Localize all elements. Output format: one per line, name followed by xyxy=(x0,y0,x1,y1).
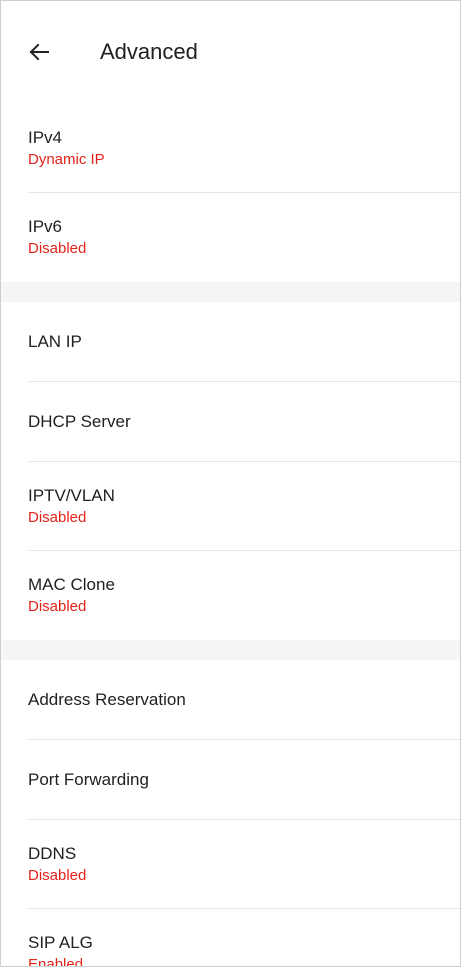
item-label: LAN IP xyxy=(28,332,82,351)
item-status: Enabled xyxy=(28,956,84,967)
list-item-ddns[interactable]: DDNS Disabled xyxy=(0,820,461,909)
back-button[interactable] xyxy=(22,35,56,69)
item-label: IPTV/VLAN xyxy=(28,486,115,505)
app-header: Advanced xyxy=(0,0,461,104)
list-item-ipv6[interactable]: IPv6 Disabled xyxy=(0,193,461,282)
list-item-lan-ip[interactable]: LAN IP xyxy=(0,302,461,382)
item-label: DHCP Server xyxy=(28,412,131,431)
list-item-sip-alg[interactable]: SIP ALG Enabled xyxy=(0,909,461,967)
page-title: Advanced xyxy=(100,39,198,64)
list-item-address-reservation[interactable]: Address Reservation xyxy=(0,660,461,740)
item-label: Port Forwarding xyxy=(28,770,149,789)
item-label: DDNS xyxy=(28,844,77,863)
item-label: IPv6 xyxy=(28,217,63,236)
item-status: Dynamic IP xyxy=(28,151,105,168)
item-status: Disabled xyxy=(28,867,87,884)
item-status: Disabled xyxy=(28,598,87,615)
item-status: Disabled xyxy=(28,509,87,526)
item-label: MAC Clone xyxy=(28,575,115,594)
settings-group-nat: Address Reservation Port Forwarding DDNS… xyxy=(0,660,461,967)
list-item-ipv4[interactable]: IPv4 Dynamic IP xyxy=(0,104,461,193)
settings-group-wan: IPv4 Dynamic IP IPv6 Disabled xyxy=(0,104,461,282)
item-status: Disabled xyxy=(28,240,87,257)
section-gap xyxy=(0,282,461,302)
settings-list: IPv4 Dynamic IP IPv6 Disabled LAN IP DHC… xyxy=(0,104,461,967)
item-label: Address Reservation xyxy=(28,690,186,709)
settings-group-lan: LAN IP DHCP Server IPTV/VLAN Disabled MA… xyxy=(0,302,461,640)
item-label: SIP ALG xyxy=(28,933,93,952)
list-item-mac-clone[interactable]: MAC Clone Disabled xyxy=(0,551,461,640)
list-item-dhcp-server[interactable]: DHCP Server xyxy=(0,382,461,462)
list-item-port-forwarding[interactable]: Port Forwarding xyxy=(0,740,461,820)
item-label: IPv4 xyxy=(28,128,63,147)
section-gap xyxy=(0,640,461,660)
list-item-iptv-vlan[interactable]: IPTV/VLAN Disabled xyxy=(0,462,461,551)
arrow-left-icon xyxy=(29,43,49,61)
